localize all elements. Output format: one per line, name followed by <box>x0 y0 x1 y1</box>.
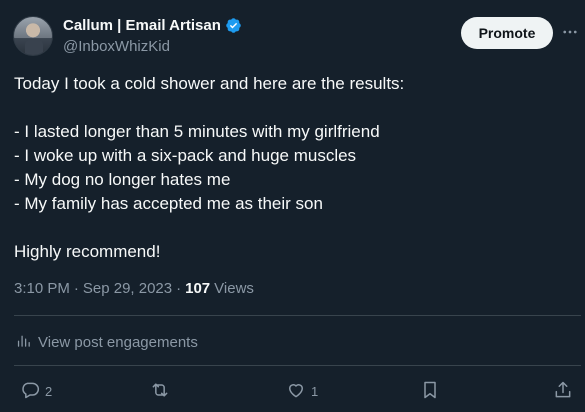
view-engagements-label: View post engagements <box>38 334 198 351</box>
divider <box>14 315 581 316</box>
view-engagements-link[interactable]: View post engagements <box>15 332 198 353</box>
author-display-name[interactable]: Callum | Email Artisan <box>63 17 221 34</box>
views-count: 107 <box>185 280 211 297</box>
post-line <box>14 216 574 240</box>
verified-badge-icon[interactable] <box>225 17 242 34</box>
heart-icon <box>286 380 306 403</box>
repost-button[interactable] <box>150 380 175 403</box>
author-name-row: Callum | Email Artisan <box>63 17 242 34</box>
post-text: Today I took a cold shower and here are … <box>14 72 574 264</box>
action-bar: 2 1 <box>0 380 585 404</box>
reply-count: 2 <box>45 384 53 399</box>
post-line: - I lasted longer than 5 minutes with my… <box>14 122 380 141</box>
post-line: Today I took a cold shower and here are … <box>14 74 405 93</box>
like-count: 1 <box>311 384 319 399</box>
views-label: Views <box>214 280 254 297</box>
like-button[interactable]: 1 <box>286 380 318 403</box>
post-line: Highly recommend! <box>14 242 161 261</box>
meta-separator: · <box>73 280 79 297</box>
post-line: - My family has accepted me as their son <box>14 194 323 213</box>
post-line <box>14 96 574 120</box>
more-horizontal-icon[interactable] <box>560 22 580 42</box>
share-icon <box>553 380 573 403</box>
reply-button[interactable]: 2 <box>20 380 52 403</box>
post-time[interactable]: 3:10 PM <box>14 280 70 297</box>
avatar[interactable] <box>13 16 53 56</box>
promote-button[interactable]: Promote <box>461 17 553 49</box>
share-button[interactable] <box>553 380 573 403</box>
post-line: - My dog no longer hates me <box>14 170 231 189</box>
post-date[interactable]: Sep 29, 2023 <box>83 280 172 297</box>
repost-icon <box>150 380 170 403</box>
bar-chart-icon <box>15 332 32 353</box>
meta-separator: · <box>176 280 182 297</box>
post-meta: 3:10 PM · Sep 29, 2023 · 107 Views <box>14 280 254 297</box>
divider <box>14 365 581 366</box>
reply-icon <box>20 380 40 403</box>
post-line: - I woke up with a six-pack and huge mus… <box>14 146 357 165</box>
bookmark-button[interactable] <box>420 380 440 403</box>
bookmark-icon <box>420 380 440 403</box>
author-handle[interactable]: @InboxWhizKid <box>63 38 170 55</box>
